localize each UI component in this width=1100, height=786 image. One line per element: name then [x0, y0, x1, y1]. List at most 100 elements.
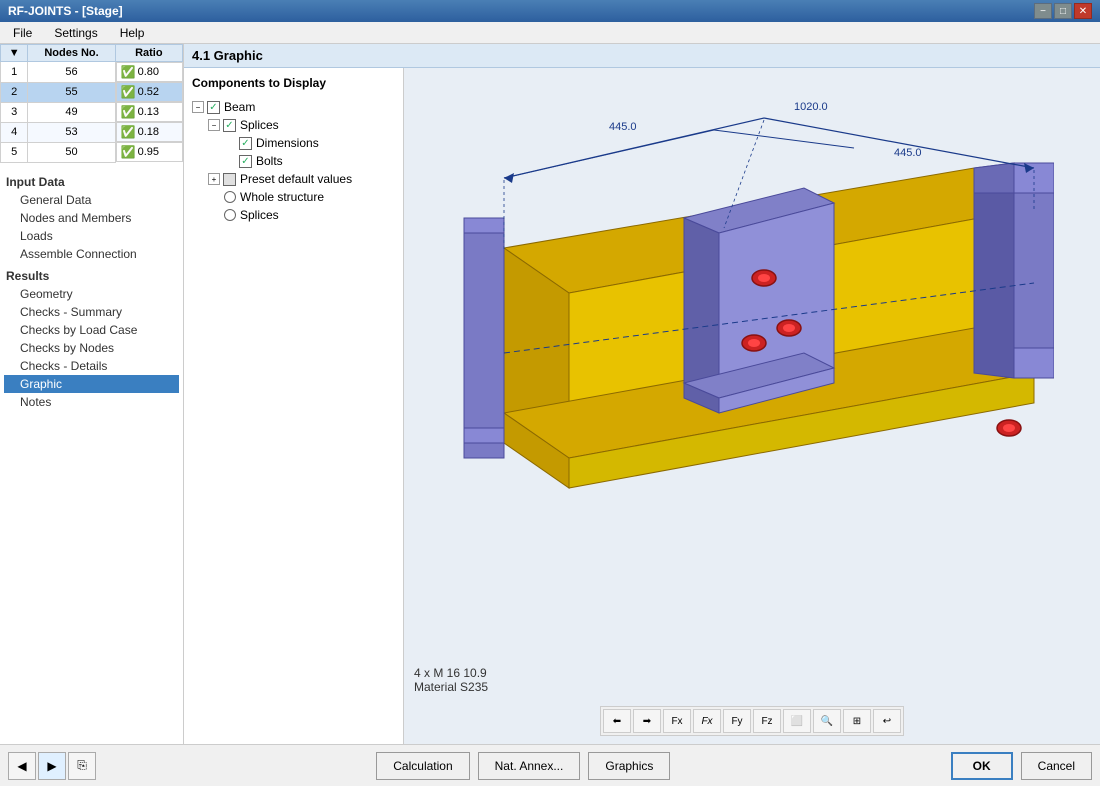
row-ratio: ✅0.95 [116, 142, 183, 162]
vp-btn-fy[interactable]: Fy [723, 709, 751, 733]
minimize-button[interactable]: − [1034, 3, 1052, 19]
vp-btn-box[interactable]: ⬜ [783, 709, 811, 733]
table-row[interactable]: 2 55 ✅0.52 [1, 82, 183, 102]
results-section: Results [4, 267, 179, 285]
input-data-section: Input Data [4, 173, 179, 191]
next-button[interactable]: ▶ [38, 752, 66, 780]
splices-radio-node[interactable]: Splices [224, 206, 395, 224]
splices-radio[interactable] [224, 209, 236, 221]
preset-toggle[interactable]: + [208, 173, 220, 185]
nav-checks-nodes[interactable]: Checks by Nodes [4, 339, 179, 357]
maximize-button[interactable]: □ [1054, 3, 1072, 19]
export-button[interactable]: ⎘ [68, 752, 96, 780]
menu-file[interactable]: File [4, 23, 41, 43]
viewport: 445.0 1020.0 445.0 60.0 [404, 68, 1100, 744]
whole-structure-node[interactable]: Whole structure [224, 188, 395, 206]
dimensions-label: Dimensions [256, 136, 319, 150]
bottom-toolbar: ◀ ▶ ⎘ Calculation Nat. Annex... Graphics… [0, 744, 1100, 786]
row-id: 3 [1, 102, 28, 122]
calculation-button[interactable]: Calculation [376, 752, 469, 780]
nav-checks-details[interactable]: Checks - Details [4, 357, 179, 375]
vp-btn-fx2[interactable]: Fx [693, 709, 721, 733]
cancel-button[interactable]: Cancel [1021, 752, 1092, 780]
beam-node[interactable]: − Beam [192, 98, 395, 116]
row-node: 49 [28, 102, 115, 122]
nav-loads[interactable]: Loads [4, 227, 179, 245]
menu-settings[interactable]: Settings [45, 23, 106, 43]
nav-notes[interactable]: Notes [4, 393, 179, 411]
splices-label: Splices [240, 118, 279, 132]
row-node: 56 [28, 62, 115, 83]
row-id: 1 [1, 62, 28, 83]
preset-label: Preset default values [240, 172, 352, 186]
menu-help[interactable]: Help [111, 23, 154, 43]
splices-toggle[interactable]: − [208, 119, 220, 131]
vp-btn-2[interactable]: ➡ [633, 709, 661, 733]
vp-btn-zoom[interactable]: 🔍 [813, 709, 841, 733]
col-nodes: Nodes No. [28, 45, 115, 62]
beam-toggle[interactable]: − [192, 101, 204, 113]
splices-checkbox[interactable] [223, 119, 236, 132]
nav-tree: Input Data General Data Nodes and Member… [0, 163, 183, 745]
nav-graphic[interactable]: Graphic [4, 375, 179, 393]
status-icon: ✅ [121, 85, 136, 99]
vp-btn-fz[interactable]: Fz [753, 709, 781, 733]
vp-btn-1[interactable]: ⬅ [603, 709, 631, 733]
nav-checks-summary[interactable]: Checks - Summary [4, 303, 179, 321]
vp-btn-grid[interactable]: ⊞ [843, 709, 871, 733]
bolt-info-line2: Material S235 [414, 680, 488, 694]
beam-checkbox[interactable] [207, 101, 220, 114]
table-row[interactable]: 3 49 ✅0.13 [1, 102, 183, 122]
svg-text:1020.0: 1020.0 [794, 101, 828, 113]
window-controls: − □ ✕ [1034, 3, 1092, 19]
table-row[interactable]: 4 53 ✅0.18 [1, 122, 183, 142]
title-bar: RF-JOINTS - [Stage] − □ ✕ [0, 0, 1100, 22]
table-row[interactable]: 5 50 ✅0.95 [1, 142, 183, 162]
close-button[interactable]: ✕ [1074, 3, 1092, 19]
vp-btn-reset[interactable]: ↩ [873, 709, 901, 733]
row-node: 53 [28, 122, 115, 142]
splices-radio-label: Splices [240, 208, 279, 222]
status-icon: ✅ [121, 105, 136, 119]
results-table: ▼ Nodes No. Ratio 1 56 ✅0.80 2 55 ✅0.52 … [0, 44, 183, 163]
row-ratio: ✅0.13 [116, 102, 183, 122]
prev-button[interactable]: ◀ [8, 752, 36, 780]
nav-assemble-connection[interactable]: Assemble Connection [4, 245, 179, 263]
bolt-info-line1: 4 x M 16 10.9 [414, 666, 488, 680]
nav-checks-load-case[interactable]: Checks by Load Case [4, 321, 179, 339]
nav-general-data[interactable]: General Data [4, 191, 179, 209]
preset-indent: + Preset default values Whole structure [208, 170, 395, 224]
splices-node[interactable]: − Splices [208, 116, 395, 134]
ok-button[interactable]: OK [951, 752, 1013, 780]
bolts-node[interactable]: Bolts [224, 152, 395, 170]
row-id: 2 [1, 82, 28, 102]
row-ratio: ✅0.52 [116, 82, 183, 102]
nat-annex-button[interactable]: Nat. Annex... [478, 752, 581, 780]
preset-node[interactable]: + Preset default values [208, 170, 395, 188]
left-panel: ▼ Nodes No. Ratio 1 56 ✅0.80 2 55 ✅0.52 … [0, 44, 184, 744]
beam-info: 4 x M 16 10.9 Material S235 [414, 666, 488, 694]
row-ratio: ✅0.18 [116, 122, 183, 142]
window-title: RF-JOINTS - [Stage] [8, 4, 123, 18]
status-icon: ✅ [121, 65, 136, 79]
preset-checkbox[interactable] [223, 173, 236, 186]
bolts-label: Bolts [256, 154, 283, 168]
viewport-toolbar: ⬅ ➡ Fx Fx Fy Fz ⬜ 🔍 ⊞ ↩ [600, 706, 904, 736]
nav-arrows: ◀ ▶ ⎘ [8, 752, 96, 780]
col-ratio: Ratio [115, 45, 182, 62]
graphics-button[interactable]: Graphics [588, 752, 670, 780]
dimensions-node[interactable]: Dimensions [224, 134, 395, 152]
beam-label: Beam [224, 100, 255, 114]
svg-text:445.0: 445.0 [609, 121, 637, 133]
bolts-checkbox[interactable] [239, 155, 252, 168]
nav-geometry[interactable]: Geometry [4, 285, 179, 303]
menu-bar: File Settings Help [0, 22, 1100, 44]
nav-nodes-members[interactable]: Nodes and Members [4, 209, 179, 227]
svg-text:445.0: 445.0 [894, 147, 922, 159]
table-row[interactable]: 1 56 ✅0.80 [1, 62, 183, 83]
vp-btn-fx[interactable]: Fx [663, 709, 691, 733]
whole-structure-radio[interactable] [224, 191, 236, 203]
panel-header: 4.1 Graphic [184, 44, 1100, 68]
radio-indent: Whole structure Splices [224, 188, 395, 224]
dimensions-checkbox[interactable] [239, 137, 252, 150]
